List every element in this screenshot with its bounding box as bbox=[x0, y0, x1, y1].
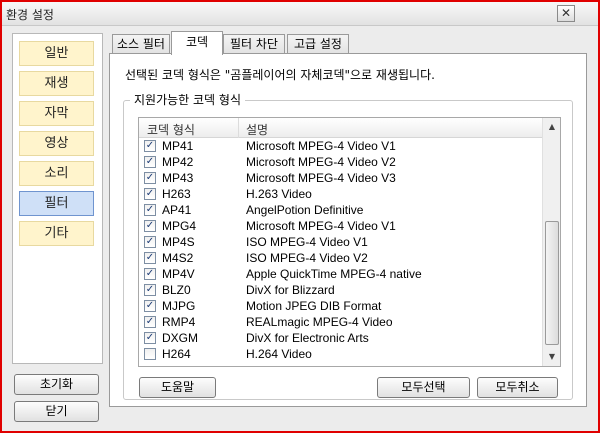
sidebar-item[interactable]: 필터 bbox=[19, 191, 94, 216]
codec-checkbox[interactable]: ✓ bbox=[144, 316, 156, 328]
codec-row[interactable]: ✓ H263 H.263 Video bbox=[139, 186, 542, 202]
sidebar-item[interactable]: 일반 bbox=[19, 41, 94, 66]
codec-description-cell: DivX for Blizzard bbox=[246, 283, 335, 297]
sidebar-item[interactable]: 소리 bbox=[19, 161, 94, 186]
deselect-all-button[interactable]: 모두취소 bbox=[477, 377, 558, 398]
help-button[interactable]: 도움말 bbox=[139, 377, 216, 398]
sidebar-item[interactable]: 영상 bbox=[19, 131, 94, 156]
codec-row[interactable]: ✓ MPG4 Microsoft MPEG-4 Video V1 bbox=[139, 218, 542, 234]
codec-checkbox[interactable]: ✓ bbox=[144, 284, 156, 296]
codec-row[interactable]: ✓ MP4V Apple QuickTime MPEG-4 native bbox=[139, 266, 542, 282]
codec-description-cell: Microsoft MPEG-4 Video V3 bbox=[246, 171, 396, 185]
codec-list[interactable]: 코덱 형식 설명 ✓ MP41 Microsoft MPEG-4 Video V1 ✓… bbox=[138, 117, 561, 367]
reset-button[interactable]: 초기화 bbox=[14, 374, 99, 395]
codec-row[interactable]: H264 H.264 Video bbox=[139, 346, 542, 362]
codec-code: H263 bbox=[162, 187, 191, 201]
codec-code: DXGM bbox=[162, 331, 198, 345]
codec-checkbox[interactable]: ✓ bbox=[144, 332, 156, 344]
codec-row[interactable]: ✓ AP41 AngelPotion Definitive bbox=[139, 202, 542, 218]
codec-row[interactable]: ✓ RMP4 REALmagic MPEG-4 Video bbox=[139, 314, 542, 330]
sidebar-item[interactable]: 재생 bbox=[19, 71, 94, 96]
codec-group-title: 지원가능한 코덱 형식 bbox=[130, 91, 245, 108]
codec-description-cell: Microsoft MPEG-4 Video V1 bbox=[246, 219, 396, 233]
codec-row[interactable]: ✓ MP4S ISO MPEG-4 Video V1 bbox=[139, 234, 542, 250]
list-header: 코덱 형식 설명 bbox=[139, 118, 542, 138]
settings-window: 환경 설정 ✕ 일반재생자막영상소리필터기타 초기화 닫기 소스 필터 코덱 필터 … bbox=[0, 0, 600, 433]
codec-panel: 선택된 코덱 형식은 "곰플레이어의 자체코덱"으로 재생됩니다. 지원가능한 … bbox=[109, 53, 587, 407]
codec-description-cell: Apple QuickTime MPEG-4 native bbox=[246, 267, 422, 281]
scroll-thumb[interactable] bbox=[545, 221, 559, 345]
codec-checkbox[interactable]: ✓ bbox=[144, 188, 156, 200]
vertical-scrollbar[interactable]: ▲ ▼ bbox=[542, 118, 560, 366]
codec-code: MJPG bbox=[162, 299, 196, 313]
codec-checkbox[interactable]: ✓ bbox=[144, 156, 156, 168]
codec-row[interactable]: ✓ MP43 Microsoft MPEG-4 Video V3 bbox=[139, 170, 542, 186]
codec-checkbox[interactable]: ✓ bbox=[144, 204, 156, 216]
codec-code: MP4V bbox=[162, 267, 195, 281]
codec-code: MP41 bbox=[162, 139, 194, 153]
tab[interactable]: 필터 차단 bbox=[223, 34, 285, 54]
window-title: 환경 설정 bbox=[6, 8, 54, 22]
codec-checkbox[interactable]: ✓ bbox=[144, 140, 156, 152]
scroll-up-icon[interactable]: ▲ bbox=[544, 119, 560, 135]
sidebar-item[interactable]: 기타 bbox=[19, 221, 94, 246]
codec-row[interactable]: ✓ MP42 Microsoft MPEG-4 Video V2 bbox=[139, 154, 542, 170]
codec-row[interactable]: ✓ M4S2 ISO MPEG-4 Video V2 bbox=[139, 250, 542, 266]
codec-checkbox[interactable]: ✓ bbox=[144, 252, 156, 264]
tab[interactable]: 코덱 bbox=[171, 31, 223, 55]
codec-description-cell: AngelPotion Definitive bbox=[246, 203, 364, 217]
list-body: ✓ MP41 Microsoft MPEG-4 Video V1 ✓ MP42 Micro… bbox=[139, 138, 542, 362]
codec-checkbox[interactable] bbox=[144, 348, 156, 360]
codec-row[interactable]: ✓ MP41 Microsoft MPEG-4 Video V1 bbox=[139, 138, 542, 154]
scroll-down-icon[interactable]: ▼ bbox=[544, 349, 560, 365]
sidebar-item[interactable]: 자막 bbox=[19, 101, 94, 126]
close-button[interactable]: 닫기 bbox=[14, 401, 99, 422]
close-icon[interactable]: ✕ bbox=[557, 5, 575, 22]
codec-description: 선택된 코덱 형식은 "곰플레이어의 자체코덱"으로 재생됩니다. bbox=[125, 68, 435, 82]
codec-checkbox[interactable]: ✓ bbox=[144, 268, 156, 280]
codec-checkbox[interactable]: ✓ bbox=[144, 220, 156, 232]
codec-checkbox[interactable]: ✓ bbox=[144, 236, 156, 248]
tab[interactable]: 고급 설정 bbox=[287, 34, 349, 54]
codec-code: MPG4 bbox=[162, 219, 197, 233]
select-all-button[interactable]: 모두선택 bbox=[377, 377, 470, 398]
codec-description-cell: Microsoft MPEG-4 Video V1 bbox=[246, 139, 396, 153]
column-header-description[interactable]: 설명 bbox=[246, 121, 268, 138]
codec-checkbox[interactable]: ✓ bbox=[144, 300, 156, 312]
codec-code: RMP4 bbox=[162, 315, 196, 329]
codec-row[interactable]: ✓ DXGM DivX for Electronic Arts bbox=[139, 330, 542, 346]
codec-description-cell: H.263 Video bbox=[246, 187, 312, 201]
codec-description-cell: DivX for Electronic Arts bbox=[246, 331, 369, 345]
codec-description-cell: Motion JPEG DIB Format bbox=[246, 299, 382, 313]
category-sidebar: 일반재생자막영상소리필터기타 bbox=[12, 33, 103, 364]
tab[interactable]: 소스 필터 bbox=[112, 34, 170, 54]
codec-row[interactable]: ✓ MJPG Motion JPEG DIB Format bbox=[139, 298, 542, 314]
codec-code: MP42 bbox=[162, 155, 194, 169]
codec-code: AP41 bbox=[162, 203, 192, 217]
codec-description-cell: ISO MPEG-4 Video V2 bbox=[246, 251, 368, 265]
column-header-codec[interactable]: 코덱 형식 bbox=[147, 121, 195, 138]
codec-description-cell: ISO MPEG-4 Video V1 bbox=[246, 235, 368, 249]
codec-code: H264 bbox=[162, 347, 191, 361]
codec-code: MP43 bbox=[162, 171, 194, 185]
codec-code: M4S2 bbox=[162, 251, 194, 265]
title-bar: 환경 설정 ✕ bbox=[2, 2, 598, 26]
codec-code: MP4S bbox=[162, 235, 195, 249]
codec-checkbox[interactable]: ✓ bbox=[144, 172, 156, 184]
codec-code: BLZ0 bbox=[162, 283, 191, 297]
codec-description-cell: REALmagic MPEG-4 Video bbox=[246, 315, 393, 329]
codec-row[interactable]: ✓ BLZ0 DivX for Blizzard bbox=[139, 282, 542, 298]
column-divider[interactable] bbox=[238, 118, 239, 138]
codec-description-cell: H.264 Video bbox=[246, 347, 312, 361]
codec-description-cell: Microsoft MPEG-4 Video V2 bbox=[246, 155, 396, 169]
